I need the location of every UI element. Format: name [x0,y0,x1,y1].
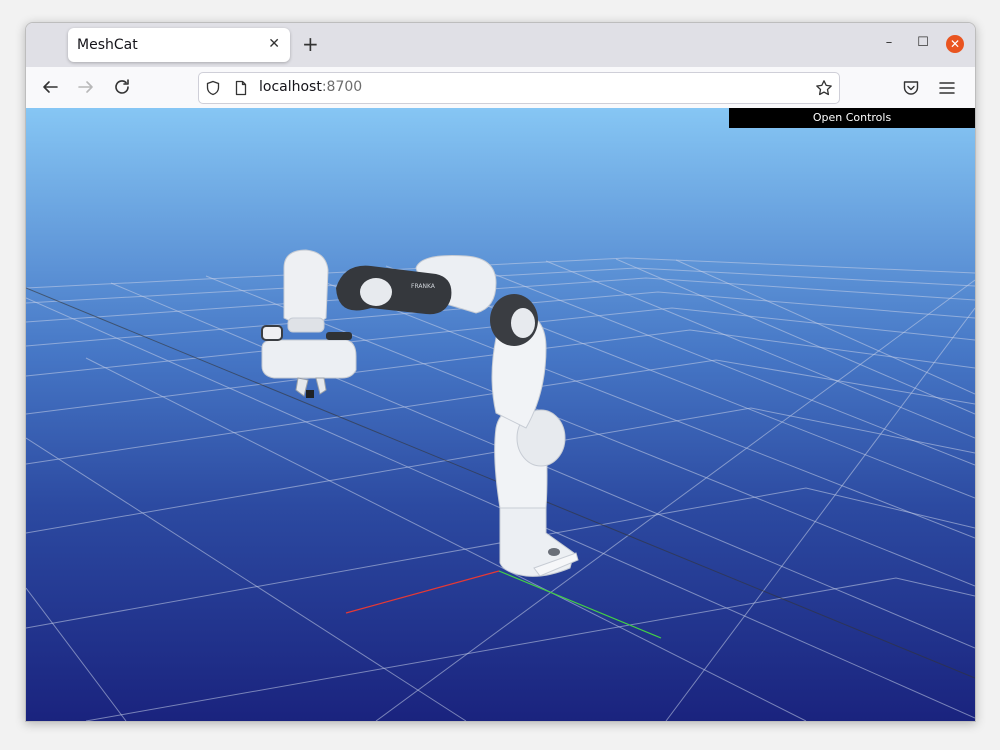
3d-scene[interactable]: FRANKA [26,108,975,721]
robot-gripper-cam [261,325,283,341]
pocket-icon[interactable] [902,79,920,101]
y-axis-line [498,570,662,639]
robot-gripper-cable [326,332,352,340]
robot-gripper-hand [261,339,357,379]
back-arrow-icon[interactable] [38,75,62,99]
page-icon [233,80,249,100]
new-tab-plus-icon[interactable]: + [302,33,319,55]
minimize-icon[interactable]: – [879,35,899,55]
window-close-icon[interactable]: ✕ [946,35,964,53]
tab-bar: MeshCat ✕ + – ☐ ✕ [26,23,975,67]
robot-finger-tip [306,390,314,398]
open-controls-button[interactable]: Open Controls [729,108,975,128]
forward-arrow-icon[interactable] [74,75,98,99]
x-axis-line [345,570,500,614]
url-port: :8700 [321,79,363,95]
nav-bar: localhost:8700 [26,67,975,109]
tab-title: MeshCat [77,37,138,53]
shield-icon[interactable] [205,80,221,100]
robot-wrist-ring [287,317,325,333]
base-logo-mark [548,548,560,556]
maximize-icon[interactable]: ☐ [913,35,933,55]
url-text[interactable]: localhost:8700 [259,79,362,95]
address-bar[interactable]: localhost:8700 [198,72,840,104]
browser-window: MeshCat ✕ + – ☐ ✕ localhost:8700 FRANKA … [25,22,976,722]
reload-icon[interactable] [110,75,134,99]
robot-wrist [283,249,329,325]
robot-finger-right [315,377,327,395]
tab-meshcat[interactable]: MeshCat ✕ [68,28,290,62]
robot-shoulder-joint-cap [511,308,535,338]
hamburger-menu-icon[interactable] [938,79,956,101]
url-host: localhost [259,79,322,95]
meshcat-viewport[interactable]: FRANKA Open Controls [26,108,975,721]
star-icon[interactable] [815,79,833,101]
robot-forearm-cap [360,278,392,306]
tab-close-icon[interactable]: ✕ [268,36,280,52]
robot-label: FRANKA [411,283,436,290]
